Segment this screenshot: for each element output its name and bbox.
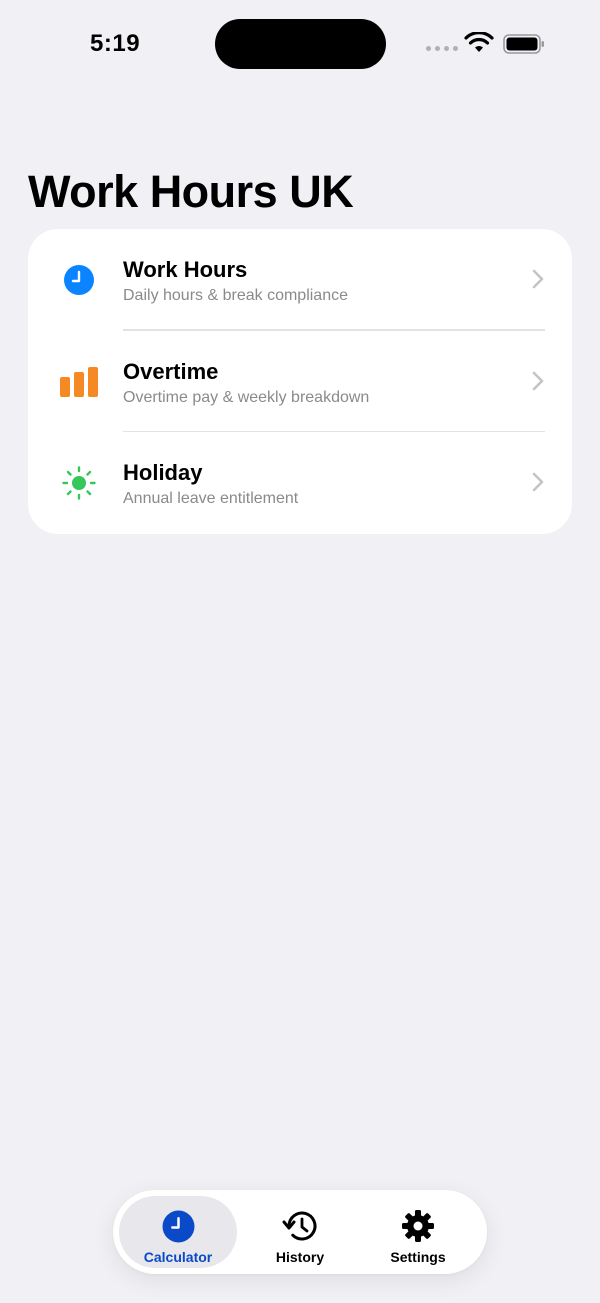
sun-icon	[60, 466, 98, 500]
tab-calculator[interactable]: Calculator	[119, 1196, 237, 1268]
clock-icon	[60, 264, 98, 296]
chevron-right-icon	[532, 269, 544, 289]
dynamic-island	[215, 19, 386, 69]
tab-history[interactable]: History	[241, 1196, 359, 1268]
wifi-icon	[464, 32, 494, 52]
menu-item-title: Work Hours	[123, 257, 248, 282]
menu-item-holiday[interactable]: Holiday Annual leave entitlement	[28, 432, 572, 534]
page-title: Work Hours UK	[28, 166, 354, 217]
gear-icon	[400, 1208, 436, 1244]
tab-label: Calculator	[143, 1249, 213, 1265]
history-icon	[282, 1208, 318, 1244]
cellular-signal-icon	[426, 46, 458, 51]
status-time: 5:19	[90, 30, 141, 57]
calculator-menu-card: Work Hours Daily hours & break complianc…	[28, 229, 572, 534]
clock-icon	[160, 1208, 196, 1244]
app-screen: 5:19 Work Hours UK Work Hours Daily hour	[0, 0, 600, 1303]
battery-icon	[503, 34, 544, 54]
tab-bar: Calculator History Settings	[113, 1190, 487, 1274]
chevron-right-icon	[532, 371, 544, 390]
tab-label: History	[275, 1249, 325, 1265]
menu-item-work-hours[interactable]: Work Hours Daily hours & break complianc…	[28, 229, 572, 331]
tab-label: Settings	[390, 1249, 446, 1265]
menu-item-title: Holiday	[123, 460, 203, 486]
menu-item-subtitle: Overtime pay & weekly breakdown	[123, 388, 370, 406]
menu-item-subtitle: Annual leave entitlement	[123, 490, 299, 508]
menu-item-subtitle: Daily hours & break compliance	[123, 287, 348, 304]
tab-settings[interactable]: Settings	[359, 1196, 477, 1268]
chevron-right-icon	[532, 472, 544, 492]
menu-item-overtime[interactable]: Overtime Overtime pay & weekly breakdown	[28, 331, 572, 433]
bar-chart-icon	[60, 366, 98, 398]
menu-item-title: Overtime	[123, 358, 219, 384]
status-bar: 5:19	[0, 0, 600, 90]
